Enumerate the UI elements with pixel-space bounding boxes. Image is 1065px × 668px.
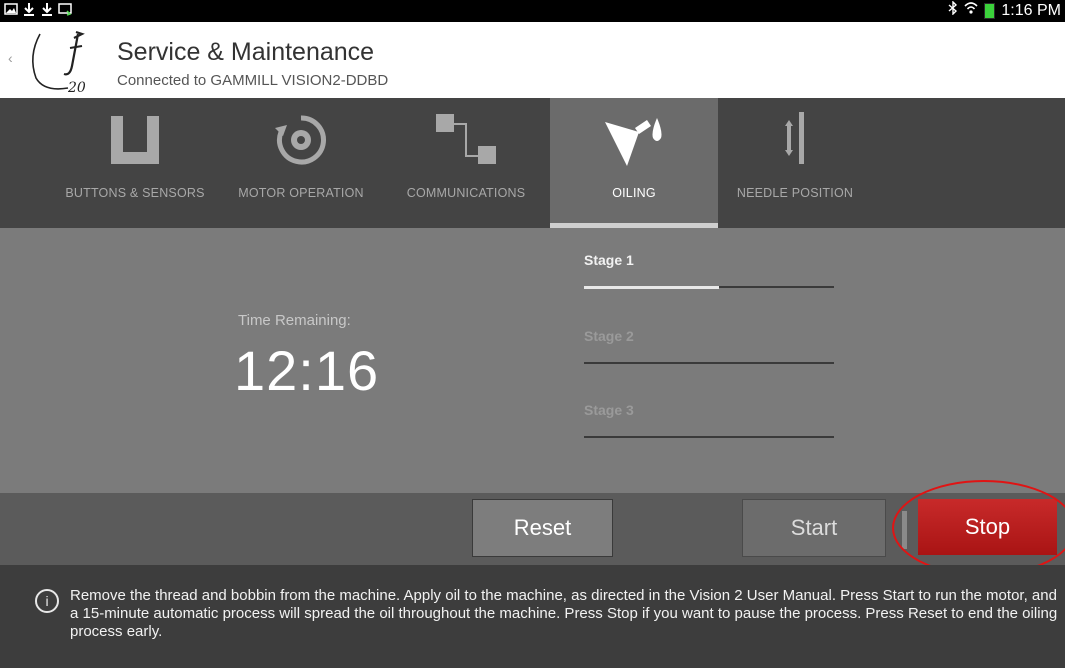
tab-communications[interactable]: COMMUNICATIONS — [392, 98, 540, 228]
stage-progress-track — [584, 362, 834, 364]
stop-highlight-annotation — [892, 480, 1065, 576]
stage-progress-track — [584, 286, 834, 289]
stage-progress-fill — [584, 286, 719, 289]
back-chevron-icon[interactable]: ‹ — [8, 50, 13, 66]
reset-button[interactable]: Reset — [472, 499, 613, 557]
system-tray: 1:16 PM — [948, 0, 1061, 20]
app-logo[interactable]: 20 — [20, 26, 100, 96]
battery-icon — [984, 2, 996, 19]
tab-label: NEEDLE POSITION — [736, 186, 854, 200]
info-icon: i — [35, 589, 59, 613]
wifi-icon — [964, 1, 978, 20]
connection-blocks-icon — [392, 110, 540, 170]
bluetooth-icon — [948, 0, 958, 20]
tab-label: COMMUNICATIONS — [406, 186, 526, 200]
info-bar: i Remove the thread and bobbin from the … — [0, 565, 1065, 668]
tab-label: OILING — [612, 186, 656, 200]
stage-1: Stage 1 — [584, 252, 834, 289]
image-icon — [4, 2, 18, 17]
gear-cycle-icon — [226, 110, 376, 170]
tab-bar: BUTTONS & SENSORS MOTOR OPERATION COMMUN… — [0, 98, 1065, 228]
tab-needle-position[interactable]: NEEDLE POSITION — [730, 98, 860, 228]
start-button[interactable]: Start — [742, 499, 886, 557]
stage-label: Stage 3 — [584, 402, 634, 418]
oil-can-icon — [550, 110, 718, 170]
tab-label: MOTOR OPERATION — [238, 186, 364, 200]
status-bar: 1:16 PM — [0, 0, 1065, 22]
download-icon — [22, 2, 36, 17]
connection-status: Connected to GAMMILL VISION2-DDBD — [117, 72, 389, 89]
info-text: Remove the thread and bobbin from the ma… — [70, 587, 1058, 640]
tab-motor-operation[interactable]: MOTOR OPERATION — [226, 98, 376, 228]
tab-buttons-sensors[interactable]: BUTTONS & SENSORS — [56, 98, 214, 228]
time-remaining-label: Time Remaining: — [238, 312, 351, 329]
page-title: Service & Maintenance — [117, 38, 375, 66]
tab-label: BUTTONS & SENSORS — [65, 186, 205, 200]
needle-icon — [730, 110, 860, 170]
app-bar: ‹ 20 Service & Maintenance Connected to … — [0, 22, 1065, 98]
logo-text: 20 — [67, 80, 86, 96]
notification-icons — [4, 2, 72, 17]
download-icon — [40, 2, 54, 17]
tab-oiling[interactable]: OILING — [550, 98, 718, 228]
stage-3: Stage 3 — [584, 402, 834, 438]
stage-progress-track — [584, 436, 834, 438]
stage-label: Stage 2 — [584, 328, 634, 344]
oiling-panel: Time Remaining: 12:16 Stage 1 Stage 2 St… — [0, 228, 1065, 493]
stage-label: Stage 1 — [584, 252, 634, 268]
stage-2: Stage 2 — [584, 328, 834, 364]
time-remaining-value: 12:16 — [234, 339, 380, 402]
clock: 1:16 PM — [1001, 1, 1061, 19]
cast-icon — [58, 2, 72, 17]
u-bracket-icon — [56, 110, 214, 170]
